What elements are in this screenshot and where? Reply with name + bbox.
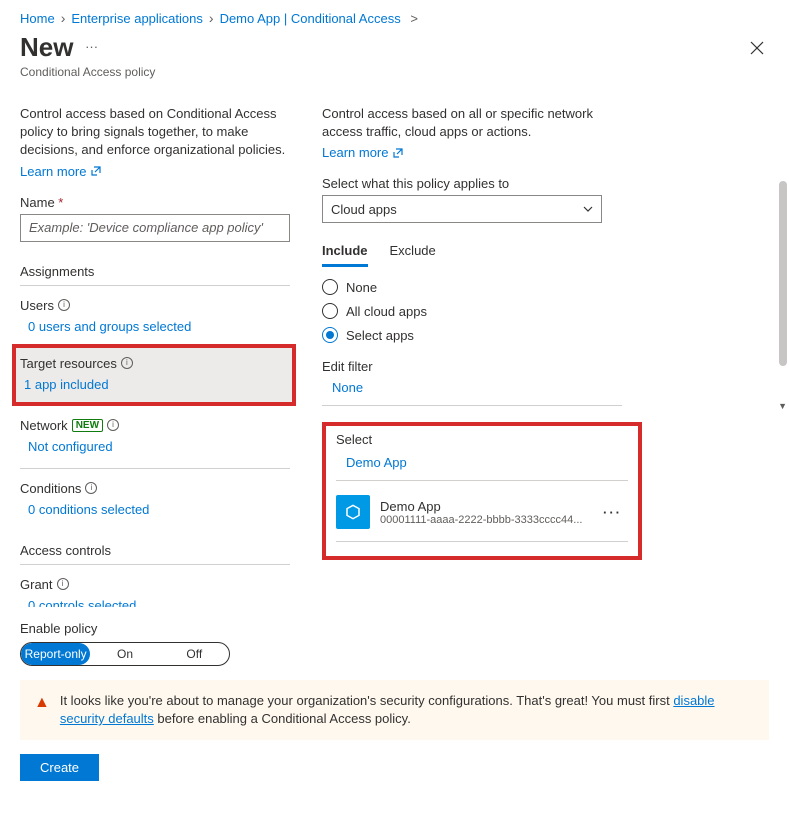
access-controls-heading: Access controls [20, 543, 290, 565]
radio-icon [322, 303, 338, 319]
info-icon[interactable]: i [107, 419, 119, 431]
page-title: New [20, 32, 73, 63]
select-section: Select Demo App [336, 432, 628, 481]
select-label: Select [336, 432, 372, 447]
left-column: Control access based on Conditional Acce… [20, 105, 310, 607]
radio-icon [322, 279, 338, 295]
edit-filter-label: Edit filter [322, 359, 373, 374]
users-value-link[interactable]: 0 users and groups selected [28, 319, 290, 334]
info-icon[interactable]: i [57, 578, 69, 590]
users-label: Users [20, 298, 54, 313]
conditions-value-link[interactable]: 0 conditions selected [28, 502, 290, 517]
users-row[interactable]: Users i [20, 298, 290, 313]
breadcrumb-demo-app[interactable]: Demo App | Conditional Access [220, 11, 401, 26]
breadcrumb-sep [209, 10, 214, 26]
learn-more-link-right[interactable]: Learn more [322, 145, 404, 160]
dropdown-value: Cloud apps [331, 202, 397, 217]
chevron-down-icon [583, 204, 593, 214]
target-resources-value-link[interactable]: 1 app included [24, 377, 284, 392]
network-label: Network [20, 418, 68, 433]
select-what-label: Select what this policy applies to [322, 176, 622, 191]
include-exclude-tabs: Include Exclude [322, 243, 622, 267]
breadcrumb-tail: > [407, 11, 418, 26]
breadcrumb-enterprise-apps[interactable]: Enterprise applications [71, 11, 203, 26]
toggle-off[interactable]: Off [160, 643, 229, 665]
grant-value-link[interactable]: 0 controls selected [28, 598, 290, 607]
scrollbar[interactable] [777, 181, 789, 407]
toggle-on[interactable]: On [90, 643, 159, 665]
radio-select-apps[interactable]: Select apps [322, 327, 622, 343]
network-row[interactable]: Network NEW i [20, 418, 290, 433]
close-icon [750, 41, 764, 55]
radio-label: Select apps [346, 328, 414, 343]
tab-exclude[interactable]: Exclude [390, 243, 436, 267]
learn-more-link-left[interactable]: Learn more [20, 164, 102, 179]
scrollbar-thumb[interactable] [779, 181, 787, 366]
info-icon[interactable]: i [58, 299, 70, 311]
external-link-icon [90, 165, 102, 177]
cube-icon [344, 503, 362, 521]
include-radio-group: None All cloud apps Select apps [322, 279, 622, 343]
warning-icon: ▲ [34, 692, 50, 728]
external-link-icon [392, 147, 404, 159]
toggle-report-only[interactable]: Report-only [21, 643, 90, 665]
enable-policy-toggle[interactable]: Report-only On Off [20, 642, 230, 666]
create-button[interactable]: Create [20, 754, 99, 781]
app-more-button[interactable]: ··· [597, 505, 628, 520]
selected-app-item[interactable]: Demo App 00001111-aaaa-2222-bbbb-3333ccc… [336, 495, 628, 542]
page-subtitle: Conditional Access policy [20, 65, 769, 79]
network-value-link[interactable]: Not configured [28, 439, 290, 454]
radio-all-cloud-apps[interactable]: All cloud apps [322, 303, 622, 319]
close-button[interactable] [745, 36, 769, 60]
target-resources-highlight: Target resources i 1 app included [12, 344, 296, 406]
right-description: Control access based on all or specific … [322, 105, 622, 141]
app-icon [336, 495, 370, 529]
edit-filter-section: Edit filter None [322, 359, 622, 406]
warning-text: It looks like you're about to manage you… [60, 692, 755, 728]
select-value-link[interactable]: Demo App [346, 455, 628, 470]
conditions-row[interactable]: Conditions i [20, 481, 290, 496]
target-resources-label: Target resources [20, 356, 117, 371]
applies-to-dropdown[interactable]: Cloud apps [322, 195, 602, 223]
enable-policy-label: Enable policy [20, 621, 769, 636]
target-resources-row[interactable]: Target resources i [20, 356, 284, 371]
radio-label: None [346, 280, 377, 295]
learn-more-label: Learn more [20, 164, 86, 179]
warning-banner: ▲ It looks like you're about to manage y… [20, 680, 769, 740]
radio-none[interactable]: None [322, 279, 622, 295]
breadcrumb: Home Enterprise applications Demo App | … [0, 0, 789, 32]
radio-label: All cloud apps [346, 304, 427, 319]
name-label: Name [20, 195, 290, 210]
assignments-heading: Assignments [20, 264, 290, 286]
new-badge: NEW [72, 419, 103, 432]
breadcrumb-home[interactable]: Home [20, 11, 55, 26]
grant-label: Grant [20, 577, 53, 592]
name-input[interactable] [20, 214, 290, 242]
app-text: Demo App 00001111-aaaa-2222-bbbb-3333ccc… [380, 499, 582, 526]
app-id: 00001111-aaaa-2222-bbbb-3333cccc44... [380, 514, 582, 526]
info-icon[interactable]: i [121, 357, 133, 369]
tab-include[interactable]: Include [322, 243, 368, 267]
conditions-label: Conditions [20, 481, 81, 496]
page-header: New ··· Conditional Access policy [0, 32, 789, 87]
header-more-icon[interactable]: ··· [85, 39, 98, 54]
bottom-panel: Enable policy Report-only On Off ▲ It lo… [0, 607, 789, 797]
right-column: Control access based on all or specific … [322, 105, 622, 607]
left-description: Control access based on Conditional Acce… [20, 105, 290, 160]
edit-filter-value-link[interactable]: None [332, 380, 622, 395]
breadcrumb-sep [61, 10, 66, 26]
info-icon[interactable]: i [85, 482, 97, 494]
app-name: Demo App [380, 499, 582, 514]
scroll-down-icon[interactable]: ▼ [778, 401, 787, 411]
select-apps-highlight: Select Demo App Demo App 00001111-aaaa-2… [322, 422, 642, 560]
radio-icon [322, 327, 338, 343]
grant-row[interactable]: Grant i [20, 577, 290, 592]
learn-more-label: Learn more [322, 145, 388, 160]
